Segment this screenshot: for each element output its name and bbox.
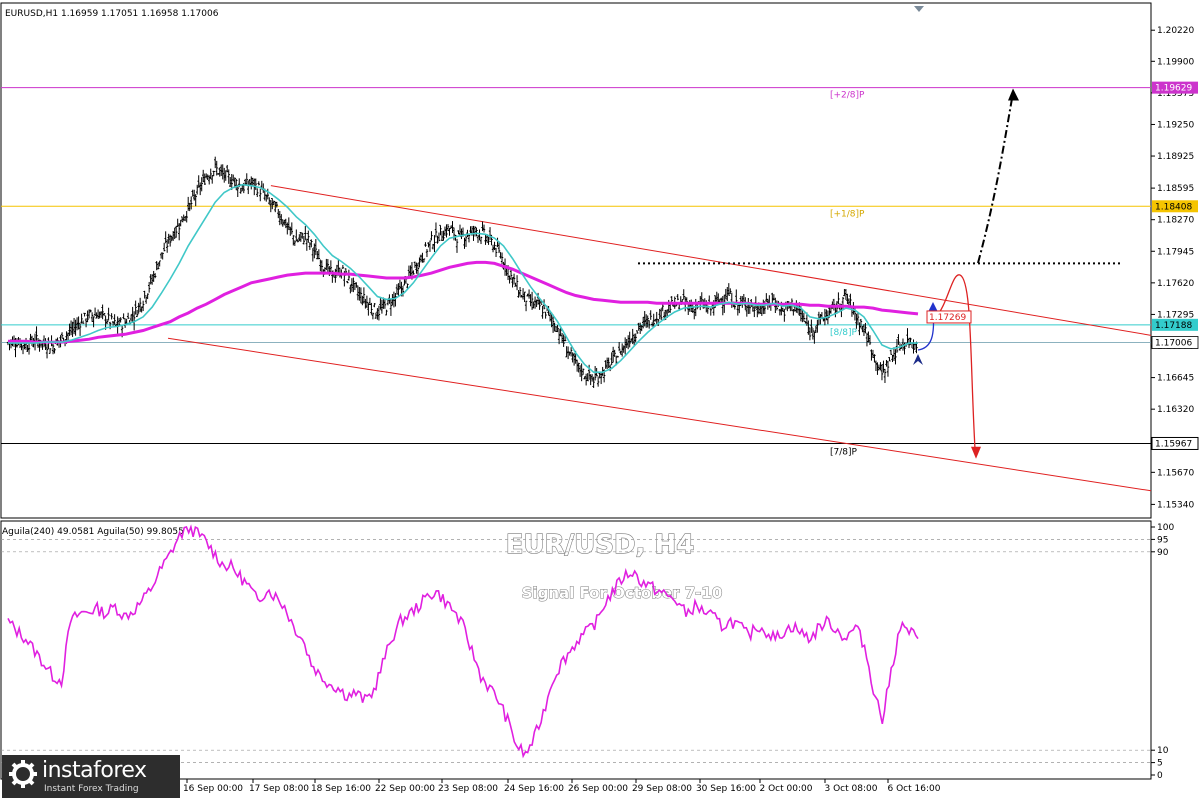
price-tick-label: 1.15340 (1157, 500, 1194, 510)
logo-tagline: Instant Forex Trading (44, 784, 139, 794)
time-tick-label: 29 Sep 08:00 (632, 784, 692, 794)
chart-background (0, 0, 1200, 800)
price-tick-label: 1.20220 (1157, 26, 1194, 36)
time-tick-label: 6 Oct 16:00 (888, 784, 941, 794)
chart-title: EUR/USD, H4 (506, 530, 695, 560)
trading-chart[interactable]: EURUSD,H1 1.16959 1.17051 1.16958 1.1700… (0, 0, 1200, 800)
time-tick-label: 22 Sep 00:00 (375, 784, 435, 794)
price-tick-label: 1.15670 (1157, 468, 1194, 478)
ma-value-tag-label: 1.17269 (929, 313, 966, 323)
level-price-tag-label: 1.17188 (1155, 321, 1192, 331)
price-tick-label: 1.19900 (1157, 57, 1194, 67)
oscillator-tick-label: 90 (1157, 548, 1169, 558)
logo-brand: instaforex (42, 758, 147, 783)
oscillator-tick-label: 5 (1157, 759, 1163, 769)
time-tick-label: 23 Sep 08:00 (438, 784, 498, 794)
oscillator-tick-label: 10 (1157, 746, 1169, 756)
time-tick-label: 17 Sep 08:00 (249, 784, 309, 794)
price-tick-label: 1.16320 (1157, 405, 1194, 415)
price-tick-label: 1.18270 (1157, 216, 1194, 226)
murrey-level-label: [8/8]P (830, 328, 858, 338)
time-tick-label: 26 Sep 00:00 (568, 784, 628, 794)
oscillator-tick-label: 0 (1157, 771, 1163, 781)
price-tick-label: 1.19250 (1157, 120, 1194, 130)
time-tick-label: 18 Sep 16:00 (311, 784, 371, 794)
murrey-level-label: [+1/8]P (830, 209, 865, 219)
murrey-level-label: [7/8]P (830, 447, 858, 457)
time-tick-label: 16 Sep 00:00 (183, 784, 243, 794)
price-tick-label: 1.16645 (1157, 374, 1194, 384)
price-tick-label: 1.18595 (1157, 184, 1194, 194)
oscillator-header: Aguila(240) 49.0581 Aguila(50) 99.8055 (2, 527, 184, 537)
level-price-tag-label: 1.15967 (1155, 439, 1192, 449)
time-tick-label: 24 Sep 16:00 (504, 784, 564, 794)
oscillator-tick-label: 100 (1157, 523, 1174, 533)
chart-subtitle: Signal For October 7-10 (522, 584, 723, 602)
oscillator-tick-label: 95 (1157, 535, 1168, 545)
instaforex-logo: instaforex Instant Forex Trading (2, 755, 180, 798)
level-price-tag-label: 1.18408 (1155, 202, 1192, 212)
gear-icon (9, 760, 37, 788)
price-tick-label: 1.17945 (1157, 247, 1194, 257)
murrey-level-label: [+2/8]P (830, 91, 865, 101)
level-price-tag-label: 1.19629 (1155, 84, 1192, 94)
price-tick-label: 1.17620 (1157, 279, 1194, 289)
time-tick-label: 30 Sep 16:00 (696, 784, 756, 794)
price-tick-label: 1.18925 (1157, 152, 1194, 162)
current-price-tag-label: 1.17006 (1155, 339, 1192, 349)
time-tick-label: 2 Oct 00:00 (760, 784, 813, 794)
symbol-header: EURUSD,H1 1.16959 1.17051 1.16958 1.1700… (5, 9, 219, 19)
time-tick-label: 3 Oct 08:00 (825, 784, 878, 794)
